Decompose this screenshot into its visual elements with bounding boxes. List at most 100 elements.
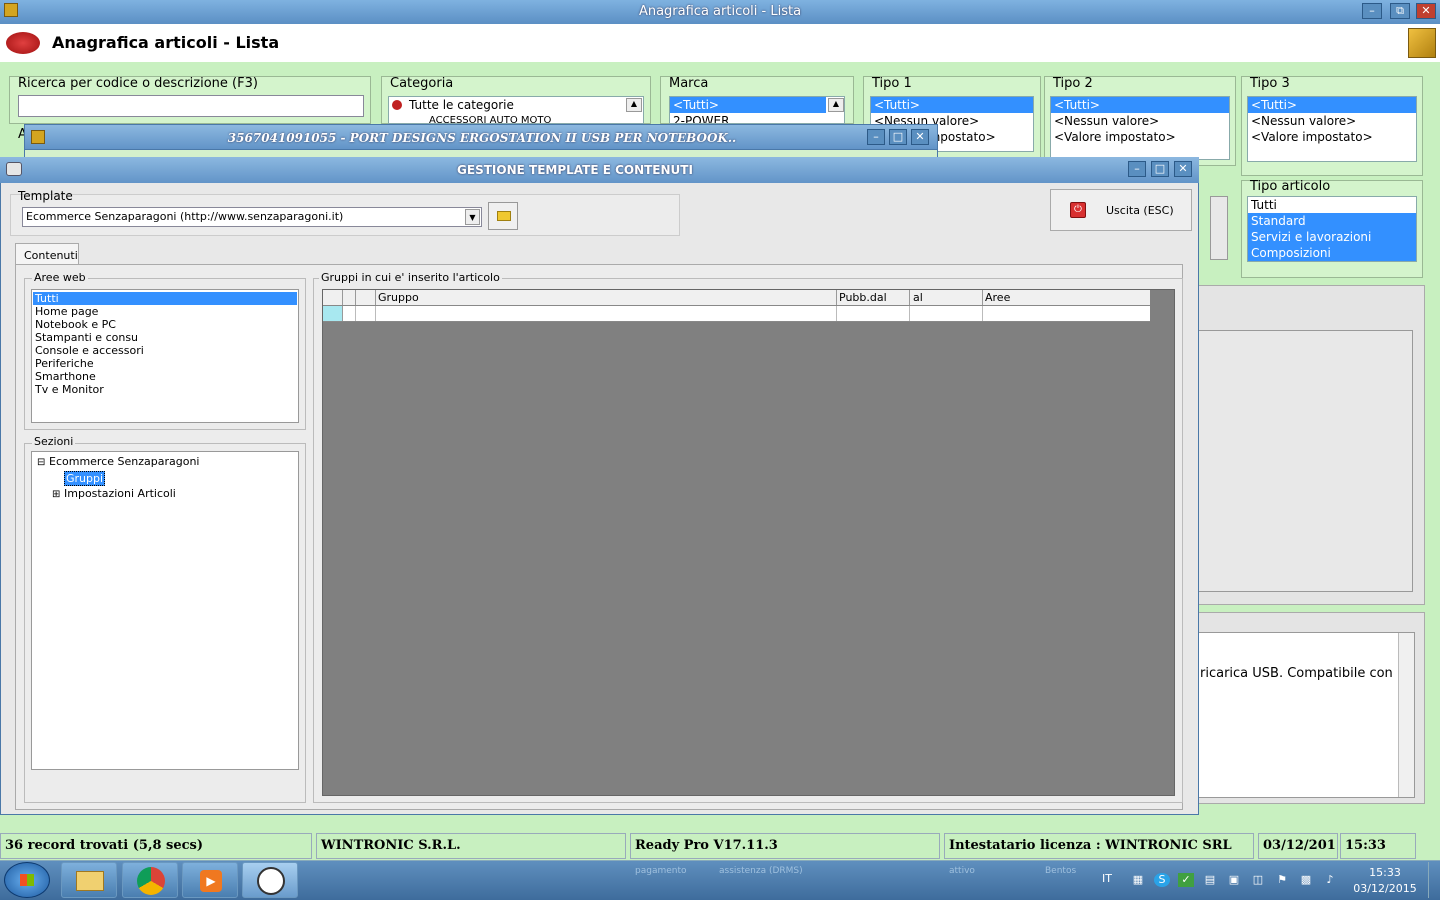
chrome-taskbar-button[interactable]: [122, 862, 178, 898]
tipo-articolo-item[interactable]: Tutti: [1248, 197, 1416, 213]
tree-root[interactable]: Ecommerce Senzaparagoni: [49, 455, 199, 468]
folder-icon: [497, 211, 511, 221]
minimize-button[interactable]: –: [1128, 161, 1146, 177]
column-header-gruppo[interactable]: Gruppo: [378, 291, 419, 304]
column-header-aree[interactable]: Aree: [985, 291, 1010, 304]
scroll-up-button[interactable]: ▲: [828, 98, 844, 112]
scrollbar[interactable]: [1210, 196, 1228, 260]
dialog-title: GESTIONE TEMPLATE E CONTENUTI: [457, 163, 693, 177]
maximize-button[interactable]: □: [889, 129, 907, 145]
tipo-articolo-item[interactable]: Composizioni: [1248, 245, 1416, 261]
folder-button[interactable]: [488, 202, 518, 230]
column-header-al[interactable]: al: [913, 291, 923, 304]
restore-button[interactable]: ⧉: [1390, 3, 1410, 19]
marca-item[interactable]: 2-POWER: [670, 113, 844, 123]
tipo3-item[interactable]: <Nessun valore>: [1248, 113, 1416, 129]
close-button[interactable]: ✕: [1174, 161, 1192, 177]
readypro-taskbar-button[interactable]: [242, 862, 298, 898]
tab-contenuti[interactable]: Contenuti: [15, 243, 79, 265]
dialog-titlebar[interactable]: GESTIONE TEMPLATE E CONTENUTI – □ ✕: [0, 157, 1199, 183]
tipo2-item[interactable]: <Tutti>: [1051, 97, 1229, 113]
chat-icon[interactable]: ◫: [1250, 873, 1266, 887]
header-bar: Anagrafica articoli - Lista: [0, 24, 1440, 62]
tipo-articolo-list[interactable]: Tutti Standard Servizi e lavorazioni Com…: [1247, 196, 1417, 262]
marca-label: Marca: [669, 76, 709, 91]
status-date: 03/12/201: [1258, 833, 1338, 859]
description-box[interactable]: [1195, 632, 1415, 798]
exit-label: Uscita (ESC): [1106, 204, 1174, 217]
bg-text: attivo: [949, 866, 975, 876]
grid-header-divider: [909, 290, 910, 305]
category-item[interactable]: ACCESSORI AUTO MOTO: [389, 113, 643, 123]
tipo-articolo-item[interactable]: Standard: [1248, 213, 1416, 229]
aree-list[interactable]: Tutti Home page Notebook e PC Stampanti …: [31, 289, 299, 423]
exit-button[interactable]: ⏻ Uscita (ESC): [1050, 189, 1192, 231]
aree-item[interactable]: Console e accessori: [32, 344, 298, 357]
main-window-title: Anagrafica articoli - Lista: [638, 4, 802, 19]
minimize-button[interactable]: –: [867, 129, 885, 145]
row-cell: [909, 306, 910, 321]
tipo3-list[interactable]: <Tutti> <Nessun valore> <Valore impostat…: [1247, 96, 1417, 162]
media-player-taskbar-button[interactable]: ▶: [182, 862, 238, 898]
product-window-titlebar[interactable]: 3567041091055 - PORT DESIGNS ERGOSTATION…: [24, 124, 938, 150]
bg-text: Bentos: [1045, 866, 1077, 876]
volume-icon[interactable]: ♪: [1322, 873, 1338, 887]
sezioni-tree[interactable]: ⊟ Ecommerce Senzaparagoni Gruppi ⊞ Impos…: [31, 451, 299, 770]
aree-item[interactable]: Stampanti e consu: [32, 331, 298, 344]
check-icon[interactable]: ✓: [1178, 873, 1194, 887]
tray-clock-time[interactable]: 15:33: [1352, 866, 1418, 879]
detail-inner: [1195, 330, 1413, 592]
template-select[interactable]: Ecommerce Senzaparagoni (http://www.senz…: [22, 207, 482, 227]
start-button[interactable]: [4, 862, 50, 898]
expand-icon[interactable]: ⊞: [52, 489, 60, 500]
scroll-up-button[interactable]: ▲: [626, 98, 642, 112]
status-records: 36 record trovati (5,8 secs): [0, 833, 312, 859]
tipo2-item[interactable]: <Nessun valore>: [1051, 113, 1229, 129]
close-button[interactable]: ✕: [911, 129, 929, 145]
display-icon[interactable]: ▣: [1226, 873, 1242, 887]
language-indicator[interactable]: IT: [1102, 872, 1112, 885]
tray-clock-date[interactable]: 03/12/2015: [1350, 882, 1420, 895]
main-titlebar[interactable]: Anagrafica articoli - Lista – ⧉ ✕: [0, 0, 1440, 24]
column-header-pubb-dal[interactable]: Pubb.dal: [839, 291, 887, 304]
minimize-button[interactable]: –: [1362, 3, 1382, 19]
collapse-icon[interactable]: ⊟: [37, 457, 45, 468]
monitor-icon[interactable]: ▩: [1298, 873, 1314, 887]
aree-item[interactable]: Tv e Monitor: [32, 383, 298, 396]
marca-list[interactable]: <Tutti> 2-POWER: [669, 96, 845, 124]
row-indicator: [323, 306, 343, 321]
row-cell: [982, 306, 983, 321]
skype-icon[interactable]: S: [1154, 873, 1170, 887]
tree-item-gruppi[interactable]: Gruppi: [64, 471, 106, 486]
maximize-button[interactable]: □: [1151, 161, 1169, 177]
tree-item-impostazioni[interactable]: Impostazioni Articoli: [64, 487, 176, 500]
status-version: Ready Pro V17.11.3: [630, 833, 940, 859]
tipo3-item[interactable]: <Tutti>: [1248, 97, 1416, 113]
close-button[interactable]: ✕: [1416, 3, 1436, 19]
tipo2-item[interactable]: <Valore impostato>: [1051, 129, 1229, 145]
search-input[interactable]: [18, 95, 364, 117]
show-desktop-button[interactable]: [1428, 862, 1438, 898]
grid-area[interactable]: [322, 289, 1175, 796]
tipo1-item[interactable]: <Tutti>: [871, 97, 1033, 113]
windows-flag-icon[interactable]: ▦: [1130, 873, 1146, 887]
description-scrollbar[interactable]: [1398, 633, 1414, 797]
tipo-articolo-label: Tipo articolo: [1250, 179, 1331, 194]
chevron-down-icon[interactable]: ▼: [465, 209, 480, 225]
grid-header: Gruppo Pubb.dal al Aree: [323, 290, 1150, 306]
tipo-articolo-item[interactable]: Servizi e lavorazioni: [1248, 229, 1416, 245]
category-list[interactable]: Tutte le categorie ACCESSORI AUTO MOTO: [388, 96, 644, 124]
aree-item[interactable]: Home page: [32, 305, 298, 318]
table-row[interactable]: [323, 306, 1150, 322]
explorer-taskbar-button[interactable]: [61, 862, 117, 898]
aree-item[interactable]: Tutti: [33, 292, 297, 305]
aree-item[interactable]: Notebook e PC: [32, 318, 298, 331]
tipo3-item[interactable]: <Valore impostato>: [1248, 129, 1416, 145]
tipo2-list[interactable]: <Tutti> <Nessun valore> <Valore impostat…: [1050, 96, 1230, 160]
flag-icon[interactable]: ⚑: [1274, 873, 1290, 887]
aree-item[interactable]: Smarthone: [32, 370, 298, 383]
marca-item[interactable]: <Tutti>: [670, 97, 826, 113]
network-icon[interactable]: ▤: [1202, 873, 1218, 887]
aree-item[interactable]: Periferiche: [32, 357, 298, 370]
category-item[interactable]: Tutte le categorie: [389, 97, 643, 113]
